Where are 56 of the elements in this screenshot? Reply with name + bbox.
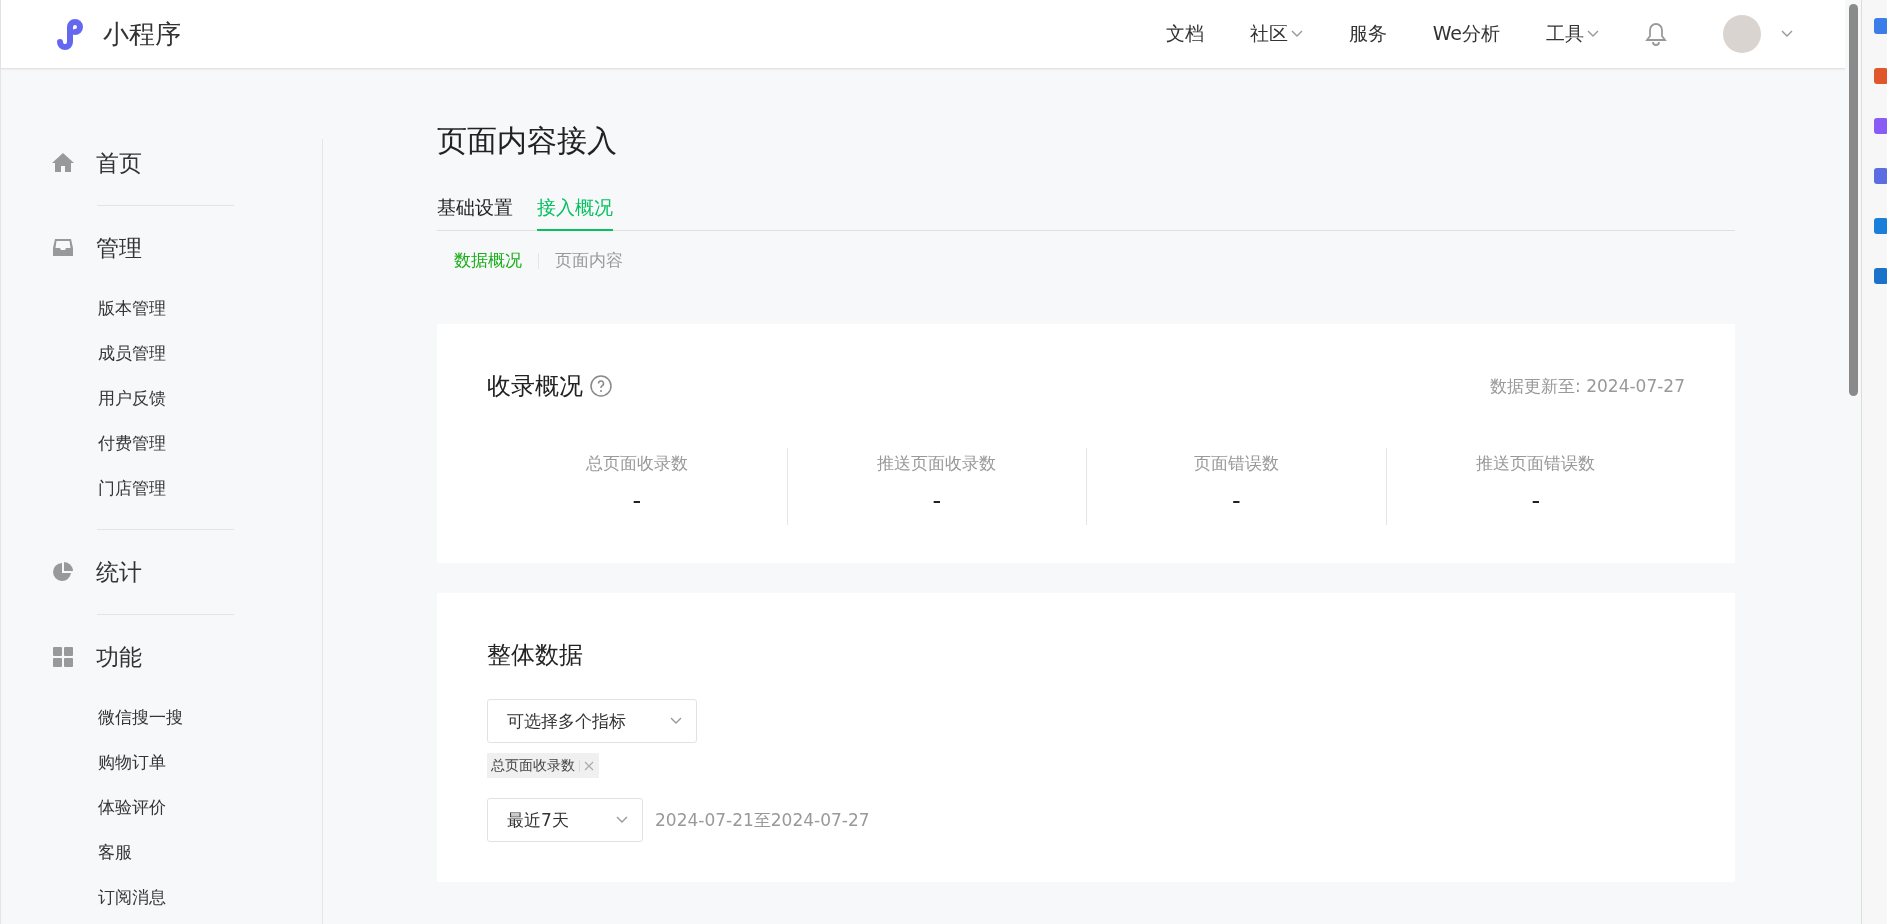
help-icon[interactable]	[589, 374, 613, 398]
close-icon[interactable]	[583, 759, 595, 772]
stat-value: -	[932, 487, 942, 515]
logo-text: 小程序	[103, 17, 181, 51]
stat-label: 页面错误数	[1193, 452, 1279, 475]
chevron-down-icon	[1587, 30, 1599, 38]
page-title: 页面内容接入	[437, 122, 618, 160]
chevron-down-icon	[616, 816, 628, 824]
app-icon[interactable]	[1874, 18, 1887, 34]
nav-link[interactable]: 文档	[1165, 21, 1204, 47]
app-icon[interactable]	[1874, 168, 1887, 184]
sidebar-item[interactable]: 版本管理	[98, 286, 322, 331]
sidebar-item[interactable]: 购物订单	[98, 740, 322, 785]
sidebar-item[interactable]: 付费管理	[98, 421, 322, 466]
stat-label: 总页面收录数	[585, 452, 688, 475]
metric-tag: 总页面收录数	[487, 753, 599, 778]
stat-value: -	[632, 487, 642, 515]
sidebar-item[interactable]: 用户反馈	[98, 376, 322, 421]
tab[interactable]: 基础设置	[437, 195, 513, 231]
metric-select[interactable]: 可选择多个指标	[487, 699, 697, 743]
pie-chart-icon	[51, 560, 75, 584]
scrollbar[interactable]	[1845, 0, 1861, 924]
sidebar-section[interactable]: 统计	[51, 548, 322, 596]
nav-link[interactable]: 工具	[1546, 21, 1599, 47]
sidebar-item[interactable]: 微信搜一搜	[98, 695, 322, 740]
app-icon[interactable]	[1874, 118, 1887, 134]
sidebar-item[interactable]: 门店管理	[98, 466, 322, 511]
notification-bell-icon[interactable]	[1645, 22, 1667, 46]
nav-link[interactable]: 服务	[1348, 21, 1387, 47]
app-icon[interactable]	[1874, 218, 1887, 234]
card-title: 整体数据	[487, 641, 583, 669]
avatar[interactable]	[1723, 15, 1761, 53]
chevron-down-icon	[1781, 30, 1793, 38]
home-icon	[51, 151, 75, 175]
sidebar-item[interactable]: 客服	[98, 830, 322, 875]
sidebar-item[interactable]: 体验评价	[98, 785, 322, 830]
app-icon[interactable]	[1874, 68, 1887, 84]
stat-label: 推送页面收录数	[877, 452, 997, 475]
grid-icon	[51, 645, 75, 669]
range-select[interactable]: 最近7天	[487, 798, 643, 842]
sidebar-item[interactable]: 成员管理	[98, 331, 322, 376]
sidebar-item[interactable]: 订阅消息	[98, 875, 322, 920]
card-title: 收录概况	[487, 371, 583, 402]
nav-link[interactable]: We分析	[1432, 21, 1500, 47]
chevron-down-icon	[1290, 30, 1303, 38]
app-icon[interactable]	[1874, 268, 1887, 284]
sidebar-section[interactable]: 管理	[51, 224, 322, 272]
sidebar-section[interactable]: 功能	[51, 633, 322, 681]
chevron-down-icon	[670, 717, 682, 725]
date-range: 2024-07-21至2024-07-27	[655, 808, 870, 832]
update-date: 数据更新至: 2024-07-27	[1490, 374, 1685, 398]
stat-label: 推送页面错误数	[1476, 452, 1596, 475]
stat-value: -	[1531, 487, 1541, 515]
sidebar-section[interactable]: 首页	[51, 139, 322, 187]
nav-link[interactable]: 社区	[1249, 21, 1303, 47]
stat-value: -	[1231, 487, 1241, 515]
